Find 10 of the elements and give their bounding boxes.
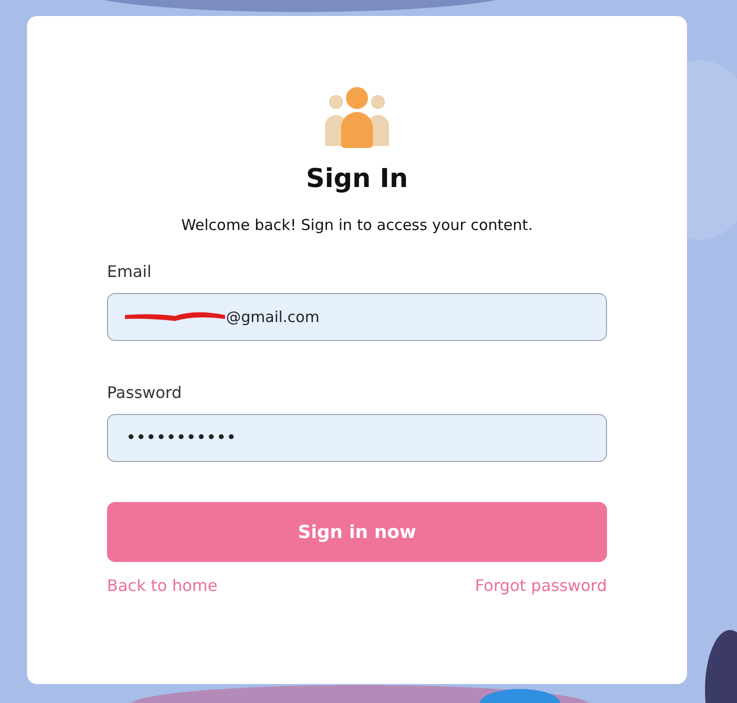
field-label: Password (107, 383, 183, 402)
password-field[interactable]: ••••••••••• (107, 414, 607, 462)
forgot-password-link[interactable]: Forgot password (475, 576, 607, 595)
email-field[interactable]: @gmail.com (107, 293, 607, 341)
sign-in-button[interactable]: Sign in now (107, 502, 607, 562)
people-icon (324, 86, 390, 148)
back-home-link[interactable]: Back to home (107, 576, 218, 595)
field-label: Email (107, 262, 152, 281)
page-title: Sign In (306, 164, 408, 194)
subtitle: Welcome back! Sign in to access your content. (181, 216, 533, 234)
